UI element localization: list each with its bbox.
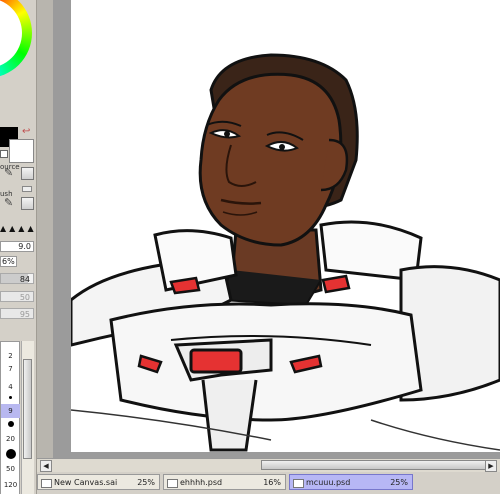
tool-panel: ↩ ource ✎ ush ✎ ▲▲▲▲ 9.0 6% 84 50 95 2 7… — [0, 0, 37, 494]
brush-shape-selector[interactable]: ▲▲▲▲ — [0, 224, 36, 233]
scrollbar-thumb[interactable] — [23, 359, 32, 459]
brush-dot-icon — [9, 396, 12, 399]
brush-size-item[interactable]: 120 — [1, 478, 20, 492]
reset-colors-icon[interactable] — [0, 150, 8, 158]
blending-slider[interactable]: 50 — [0, 291, 34, 302]
document-tab[interactable]: ehhhh.psd 16% — [163, 474, 286, 490]
brush-dot-icon — [8, 421, 14, 427]
brush-size-list: 2 7 4 9 20 50 120 — [0, 341, 20, 494]
pen-icon[interactable]: ✎ — [4, 196, 13, 209]
scroll-left-arrow-icon[interactable]: ◀ — [40, 460, 52, 472]
brush-size-item[interactable]: 50 — [1, 462, 20, 476]
dilution-slider[interactable]: 95 — [0, 308, 34, 319]
tool-toggle-button[interactable] — [21, 197, 34, 210]
brush-size-item[interactable]: 2 — [1, 349, 20, 363]
document-tab[interactable]: New Canvas.sai 25% — [37, 474, 160, 490]
brush-size-item[interactable]: 7 — [1, 362, 20, 376]
brush-size-item-selected[interactable]: 9 — [1, 404, 20, 418]
min-size-field[interactable]: 6% — [0, 256, 17, 267]
color-wheel[interactable] — [0, 0, 32, 78]
canvas-margin — [53, 0, 71, 458]
brush-size-item[interactable] — [1, 418, 20, 432]
tool-row-brush: ush ✎ — [0, 190, 36, 210]
artwork-sketch — [71, 53, 500, 452]
eyedropper-icon[interactable]: ✎ — [4, 166, 13, 179]
brush-size-item[interactable] — [1, 448, 20, 462]
brush-list-scrollbar[interactable] — [21, 341, 34, 494]
document-tab-bar: New Canvas.sai 25% ehhhh.psd 16% mcuuu.p… — [37, 472, 500, 494]
drawing-canvas[interactable] — [71, 0, 500, 452]
brush-size-item[interactable]: 20 — [1, 432, 20, 446]
background-color-swatch[interactable] — [9, 139, 34, 163]
document-icon — [41, 479, 52, 488]
brush-dot-icon — [6, 449, 16, 459]
document-tab-active[interactable]: mcuuu.psd 25% — [289, 474, 413, 490]
scroll-right-arrow-icon[interactable]: ▶ — [485, 460, 497, 472]
document-icon — [293, 479, 304, 488]
brush-size-field[interactable]: 9.0 — [0, 241, 34, 252]
swap-colors-icon[interactable]: ↩ — [22, 126, 30, 137]
scrollbar-thumb[interactable] — [261, 460, 489, 470]
tool-row-source: ource ✎ — [0, 163, 36, 180]
tool-toggle-button[interactable] — [21, 167, 34, 180]
brush-size-item[interactable] — [1, 392, 20, 402]
canvas-left-strip — [37, 0, 53, 458]
document-icon — [167, 479, 178, 488]
density-slider[interactable]: 84 — [0, 273, 34, 284]
canvas-horizontal-scrollbar[interactable]: ◀ ▶ — [37, 458, 500, 472]
